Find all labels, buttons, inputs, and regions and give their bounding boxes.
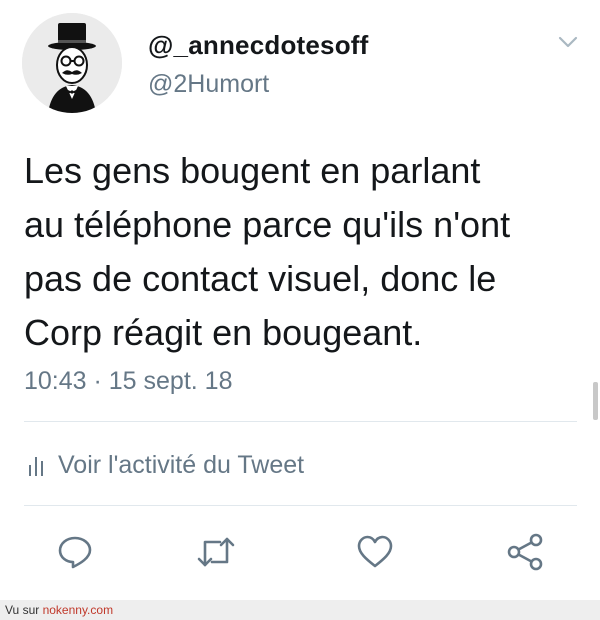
source-footer: Vu sur nokenny.com [0,600,600,620]
footer-prefix: Vu sur [5,603,43,617]
user-handle[interactable]: @2Humort [148,70,269,99]
avatar[interactable] [22,13,122,113]
reply-icon [58,536,92,569]
tweet-timestamp[interactable]: 10:43 · 15 sept. 18 [24,367,232,396]
footer-text: Vu sur nokenny.com [5,603,113,617]
retweet-icon [197,537,235,567]
footer-link[interactable]: nokenny.com [43,603,113,617]
chevron-down-icon[interactable] [558,36,578,48]
scrollbar[interactable] [593,382,598,420]
tweet-activity-link[interactable]: Voir l'activité du Tweet [28,449,304,481]
divider [24,505,577,506]
display-name[interactable]: @_annecdotesoff [148,30,369,61]
divider [24,421,577,422]
heart-icon [357,535,393,568]
tweet-text: Les gens bougent en parlant au téléphone… [24,150,511,353]
like-button[interactable] [353,530,397,574]
activity-label: Voir l'activité du Tweet [58,450,305,479]
share-button[interactable] [503,530,547,574]
retweet-button[interactable] [194,530,238,574]
tweet-card: @_annecdotesoff @2Humort Les gens bougen… [0,0,600,600]
share-icon [507,533,543,571]
reply-button[interactable] [53,530,97,574]
top-hat-gentleman-icon [22,13,122,113]
bar-chart-icon [29,457,43,476]
